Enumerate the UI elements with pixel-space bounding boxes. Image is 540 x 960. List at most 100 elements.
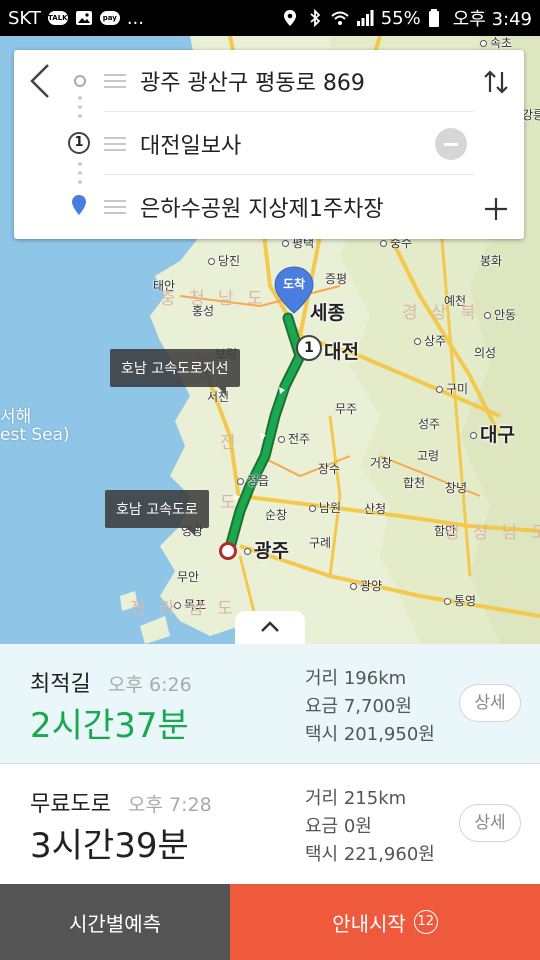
route-toll: 요금 0원 bbox=[305, 816, 372, 837]
route-distance: 거리 196km bbox=[305, 668, 407, 689]
bluetooth-icon bbox=[306, 8, 324, 28]
map-sea-label-english: est Sea) bbox=[0, 425, 70, 445]
map-region-do: 도 bbox=[220, 493, 240, 513]
battery-percent: 55% bbox=[380, 7, 421, 29]
destination-text: 은하수공원 지상제1주차장 bbox=[140, 197, 384, 222]
minus-icon bbox=[444, 142, 458, 146]
signal-icon bbox=[356, 9, 374, 27]
map-place-sunchang: 순창 bbox=[265, 508, 288, 522]
start-navigation-button[interactable]: 안내시작 12 bbox=[230, 884, 540, 960]
route-toll: 요금 7,700원 bbox=[305, 696, 412, 717]
map-place-jangsu: 장수 bbox=[318, 462, 341, 476]
map-place-daejeon: 대전 bbox=[324, 341, 359, 363]
back-arrow-icon bbox=[30, 64, 49, 98]
waypoint-text: 대전일보사 bbox=[140, 133, 242, 159]
chevron-up-icon bbox=[259, 619, 281, 638]
map-place-seongju: 성주 bbox=[418, 417, 441, 431]
waypoint-marker-icon: 1 bbox=[68, 132, 90, 154]
origin-field[interactable]: 광주 광산구 평동로 869 bbox=[104, 50, 474, 112]
route-arrival-time: 오후 7:28 bbox=[128, 794, 212, 816]
map-place-gumi: 구미 bbox=[436, 380, 468, 397]
map-place-jeonju: 전주 bbox=[278, 430, 310, 447]
map-region-jeon: 전 bbox=[220, 433, 240, 453]
map-place-goryeong: 고령 bbox=[417, 449, 440, 463]
battery-icon bbox=[428, 9, 446, 27]
pay-notification-icon: pay bbox=[99, 11, 120, 25]
status-bar: SKT TALK pay ... 55% 오후 3:49 bbox=[0, 0, 540, 36]
map-region-gyeongbuk: 경 상 북 bbox=[402, 303, 480, 323]
map-place-changnyeong: 창녕 bbox=[445, 481, 468, 495]
map-place-gurye: 구례 bbox=[309, 536, 332, 550]
start-navigation-label: 안내시작 bbox=[332, 911, 406, 936]
destination-field[interactable]: 은하수공원 지상제1주차장 bbox=[104, 176, 474, 238]
back-button[interactable] bbox=[26, 62, 56, 100]
route-name: 최적길 bbox=[30, 672, 91, 697]
drag-handle-icon[interactable] bbox=[104, 136, 126, 151]
map-place-dangjin: 당진 bbox=[208, 252, 240, 269]
origin-marker-icon bbox=[74, 75, 86, 87]
route-option-free[interactable]: 무료도로 오후 7:28 3시간39분 거리 215km 요금 0원 택시 22… bbox=[0, 764, 540, 884]
drag-handle-icon[interactable] bbox=[104, 73, 126, 88]
map-place-bonghwa: 봉화 bbox=[480, 254, 503, 268]
connector-dots bbox=[78, 162, 82, 189]
add-waypoint-button[interactable] bbox=[482, 195, 510, 223]
map-place-sancheong: 산청 bbox=[364, 502, 387, 516]
waypoint-pin[interactable]: 1 bbox=[296, 335, 322, 361]
route-detail-button[interactable]: 상세 bbox=[459, 684, 521, 722]
swap-arrows-icon bbox=[484, 70, 508, 94]
connector-dots bbox=[78, 96, 82, 123]
map-place-muju: 무주 bbox=[335, 402, 358, 416]
route-name: 무료도로 bbox=[30, 792, 111, 817]
route-arrival-time: 오후 6:26 bbox=[108, 674, 192, 696]
route-detail-button[interactable]: 상세 bbox=[459, 804, 521, 842]
remove-waypoint-button[interactable] bbox=[435, 128, 467, 160]
origin-pin[interactable] bbox=[219, 542, 237, 560]
plus-icon bbox=[485, 198, 507, 220]
drag-handle-icon[interactable] bbox=[104, 200, 126, 214]
map-place-jeungpyeong: 증평 bbox=[325, 272, 348, 286]
map-place-hapcheon: 합천 bbox=[403, 476, 426, 490]
map-sea-label: 서해 bbox=[0, 407, 32, 427]
map-place-uiseong: 의성 bbox=[474, 346, 497, 360]
wifi-icon bbox=[331, 9, 349, 27]
talk-notification-icon: TALK bbox=[47, 11, 68, 25]
map-place-jeongeup: 정읍 bbox=[237, 472, 269, 489]
map-place-tongyeong: 통영 bbox=[444, 592, 476, 609]
map-place-gangneung: 강릉 bbox=[522, 108, 540, 122]
route-taxi-fare: 택시 221,960원 bbox=[305, 844, 435, 865]
map-region-jeonnam: 전 라 남 도 bbox=[130, 599, 237, 619]
time-prediction-button[interactable]: 시간별예측 bbox=[0, 884, 230, 960]
origin-text: 광주 광산구 평동로 869 bbox=[140, 70, 365, 96]
road-label-honam-branch: 호남 고속도로지선 bbox=[110, 349, 240, 395]
map-place-geochang: 거창 bbox=[370, 456, 393, 470]
destination-pin[interactable]: 도착 bbox=[274, 266, 314, 314]
destination-pin-label: 도착 bbox=[282, 277, 306, 291]
bottom-action-bar: 시간별예측 안내시작 12 bbox=[0, 884, 540, 960]
more-notifications-indicator: ... bbox=[126, 7, 144, 29]
destination-marker-icon bbox=[71, 194, 87, 216]
swap-route-button[interactable] bbox=[478, 64, 514, 100]
time-prediction-label: 시간별예측 bbox=[69, 911, 161, 936]
location-icon bbox=[281, 9, 299, 27]
expand-map-button[interactable] bbox=[235, 611, 305, 644]
map-place-namwon: 남원 bbox=[309, 499, 341, 516]
route-distance: 거리 215km bbox=[305, 788, 407, 809]
waypoint-field[interactable]: 대전일보사 bbox=[104, 113, 474, 175]
map-region-chungnam: 충 청 남 도 bbox=[160, 289, 267, 309]
carrier-label: SKT bbox=[8, 7, 41, 29]
map-place-andong: 안동 bbox=[484, 306, 516, 323]
road-label-honam: 호남 고속도로 bbox=[105, 490, 209, 536]
map-place-sejong: 세종 bbox=[310, 302, 345, 324]
map-place-sangju: 상주 bbox=[414, 332, 446, 349]
image-notification-icon bbox=[75, 9, 93, 27]
route-duration: 3시간39분 bbox=[30, 826, 189, 866]
map-place-gwangju: 광주 bbox=[244, 536, 289, 563]
route-option-optimal[interactable]: 최적길 오후 6:26 2시간37분 거리 196km 요금 7,700원 택시… bbox=[0, 644, 540, 764]
map-place-muan: 무안 bbox=[177, 570, 200, 584]
route-search-card: 1 광주 광산구 평동로 869 대전일보사 은하수공원 지상제1주차장 bbox=[14, 50, 524, 239]
map-place-sokcho: 속초 bbox=[480, 36, 512, 51]
map-region-gyeongnam: 경 상 남 도 bbox=[444, 523, 540, 543]
start-count-badge: 12 bbox=[413, 910, 438, 934]
map-place-gwangyang: 광양 bbox=[350, 577, 382, 594]
map-place-daegu: 대구 bbox=[470, 420, 515, 447]
